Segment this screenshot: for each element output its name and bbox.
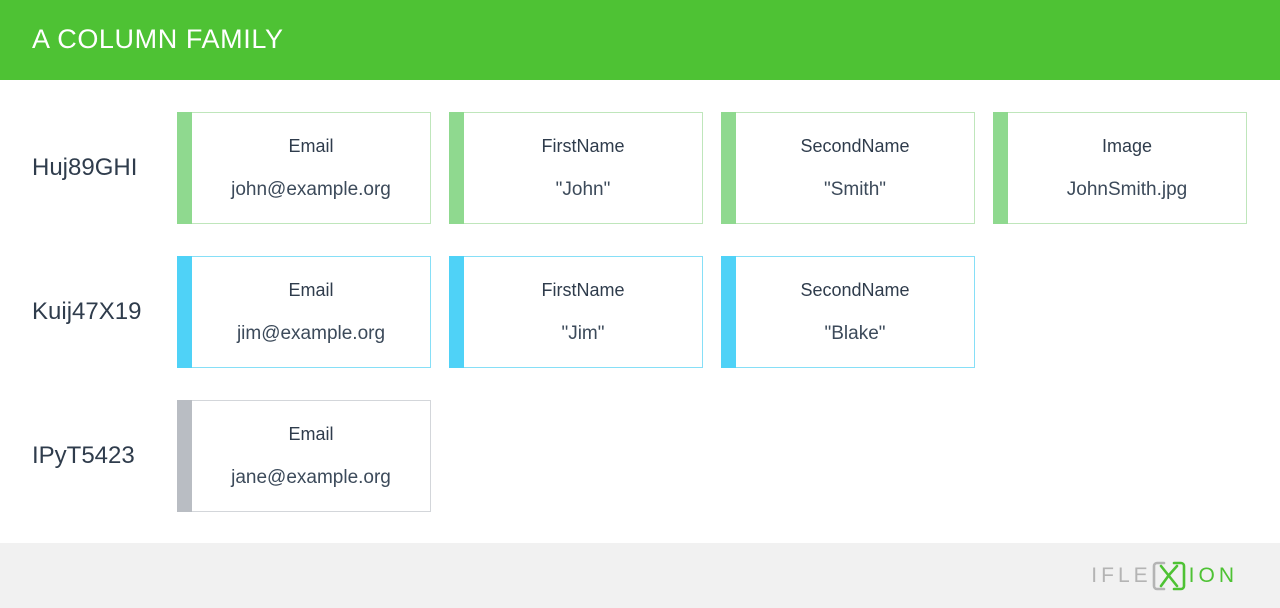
- column-value-label: "Blake": [824, 323, 886, 344]
- column-name-label: SecondName: [800, 136, 910, 156]
- column-value-label: "Jim": [561, 323, 605, 344]
- card-body: FirstName "John": [464, 112, 703, 224]
- column-card[interactable]: FirstName "Jim": [449, 256, 703, 368]
- column-name-label: FirstName: [541, 136, 625, 156]
- column-family-diagram: Huj89GHI Email john@example.org FirstName "J…: [0, 80, 1280, 543]
- column-value-label: "John": [555, 179, 611, 200]
- iflexion-x-bracket-mark-icon: [1152, 560, 1186, 592]
- column-card[interactable]: FirstName "John": [449, 112, 703, 224]
- iflexion-logo: IFLE ION: [1091, 559, 1238, 593]
- row-key-label: IPyT5423: [32, 442, 135, 469]
- card-body: FirstName "Jim": [464, 256, 703, 368]
- column-value-label: "Smith": [823, 179, 887, 200]
- column-value-label: john@example.org: [231, 179, 391, 200]
- row-key-label: Kuij47X19: [32, 298, 142, 325]
- column-card[interactable]: SecondName "Smith": [721, 112, 975, 224]
- column-card[interactable]: Email jane@example.org: [177, 400, 431, 512]
- card-accent-bar: [449, 112, 464, 224]
- column-card[interactable]: Image JohnSmith.jpg: [993, 112, 1247, 224]
- card-accent-bar: [721, 112, 736, 224]
- card-body: SecondName "Blake": [736, 256, 975, 368]
- logo-text-right: ION: [1188, 564, 1238, 587]
- card-accent-bar: [993, 112, 1008, 224]
- column-card[interactable]: SecondName "Blake": [721, 256, 975, 368]
- card-body: SecondName "Smith": [736, 112, 975, 224]
- column-name-label: Image: [1101, 136, 1153, 156]
- card-accent-bar: [721, 256, 736, 368]
- card-body: Image JohnSmith.jpg: [1008, 112, 1247, 224]
- column-card[interactable]: Email john@example.org: [177, 112, 431, 224]
- row-key-label: Huj89GHI: [32, 154, 138, 181]
- column-card[interactable]: Email jim@example.org: [177, 256, 431, 368]
- page-title: A COLUMN FAMILY: [32, 24, 284, 54]
- card-accent-bar: [177, 112, 192, 224]
- card-body: Email jane@example.org: [192, 400, 431, 512]
- column-name-label: Email: [288, 424, 334, 444]
- row: Huj89GHI Email john@example.org FirstName "J…: [0, 112, 1280, 224]
- page-header: A COLUMN FAMILY: [0, 0, 1280, 80]
- column-name-label: FirstName: [541, 280, 625, 300]
- row: IPyT5423 Email jane@example.org: [0, 400, 1280, 512]
- card-body: Email john@example.org: [192, 112, 431, 224]
- row: Kuij47X19 Email jim@example.org FirstName "J…: [0, 256, 1280, 368]
- column-value-label: jim@example.org: [236, 323, 386, 344]
- card-accent-bar: [177, 400, 192, 512]
- column-value-label: jane@example.org: [231, 467, 391, 488]
- column-name-label: Email: [288, 136, 334, 156]
- card-body: Email jim@example.org: [192, 256, 431, 368]
- column-name-label: SecondName: [800, 280, 910, 300]
- column-value-label: JohnSmith.jpg: [1066, 179, 1188, 200]
- column-name-label: Email: [288, 280, 334, 300]
- page-footer: IFLE ION: [0, 543, 1280, 608]
- card-accent-bar: [449, 256, 464, 368]
- card-accent-bar: [177, 256, 192, 368]
- logo-text-left: IFLE: [1091, 564, 1152, 587]
